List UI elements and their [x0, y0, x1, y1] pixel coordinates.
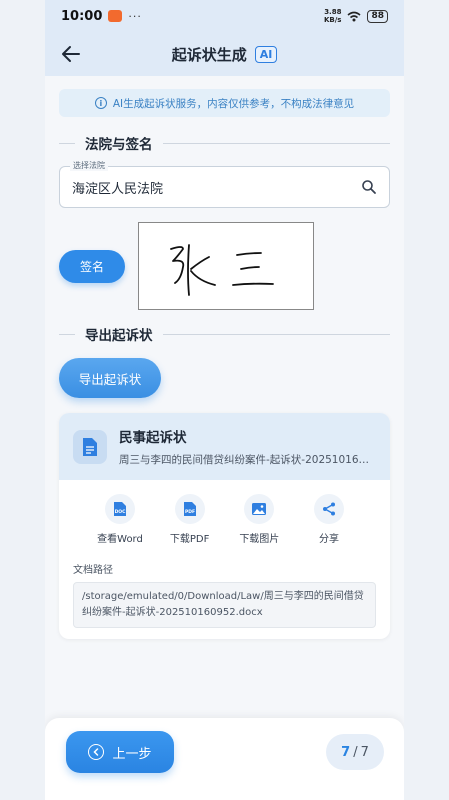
- action-label: 分享: [318, 534, 339, 545]
- previous-step-button[interactable]: 上一步: [66, 731, 174, 773]
- court-field-label: 选择法院: [70, 160, 108, 171]
- download-pdf-button[interactable]: PDF 下载PDF: [163, 494, 217, 545]
- share-button[interactable]: 分享: [302, 494, 356, 545]
- document-title: 民事起诉状: [119, 430, 187, 446]
- network-speed: 3.88 KB/s: [324, 8, 341, 24]
- path-value: /storage/emulated/0/Download/Law/周三与李四的民…: [73, 582, 376, 628]
- disclaimer-text: AI生成起诉状服务，内容仅供参考，不构成法律意见: [112, 97, 355, 110]
- court-section-title: 法院与签名: [59, 133, 390, 153]
- disclaimer-notice: i AI生成起诉状服务，内容仅供参考，不构成法律意见: [59, 89, 390, 117]
- app-screen: 10:00 ··· 3.88 KB/s 88 起诉状生成 AI i AI生成起诉…: [45, 0, 404, 800]
- chevron-left-icon: [88, 744, 105, 760]
- step-current: 7: [341, 744, 351, 760]
- court-field-value: 海淀区人民法院: [72, 181, 164, 197]
- wifi-icon: [347, 11, 361, 21]
- bottom-nav-bar: 上一步 7 / 7: [45, 718, 404, 800]
- document-actions: DOC 查看Word PDF 下载PDF 下载图片 分享: [59, 480, 390, 545]
- document-card: 民事起诉状 周三与李四的民间借贷纠纷案件-起诉状-202510160... DO…: [59, 413, 390, 639]
- status-right: 3.88 KB/s 88: [324, 8, 388, 24]
- download-image-button[interactable]: 下载图片: [232, 494, 286, 545]
- network-speed-unit: KB/s: [323, 16, 342, 24]
- action-label: 查看Word: [97, 534, 143, 545]
- doc-icon: DOC: [105, 494, 135, 524]
- document-texts: 民事起诉状 周三与李四的民间借贷纠纷案件-起诉状-202510160...: [119, 426, 374, 467]
- signature-image: [170, 244, 274, 296]
- battery-icon: 88: [367, 9, 388, 23]
- pdf-icon: PDF: [174, 494, 205, 524]
- signature-pad[interactable]: [138, 222, 314, 310]
- divider: [59, 142, 75, 144]
- status-bar: 10:00 ··· 3.88 KB/s 88: [45, 0, 404, 32]
- app-header: 起诉状生成 AI: [45, 32, 404, 76]
- divider: [162, 142, 390, 144]
- back-arrow-icon[interactable]: [59, 42, 83, 66]
- document-file-icon: [73, 429, 107, 464]
- info-icon: i: [94, 97, 107, 109]
- divider: [162, 333, 390, 335]
- ai-badge: AI: [254, 45, 278, 63]
- search-icon[interactable]: [361, 179, 377, 195]
- status-time: 10:00: [61, 8, 103, 24]
- step-indicator: 7 / 7: [326, 734, 384, 770]
- step-total: 7: [360, 744, 369, 760]
- action-label: 下载PDF: [169, 534, 210, 545]
- screen-record-icon: [108, 10, 123, 22]
- view-word-button[interactable]: DOC 查看Word: [93, 494, 147, 545]
- sign-button[interactable]: 签名: [59, 250, 125, 283]
- page-title: 起诉状生成: [171, 45, 247, 64]
- step-separator: /: [353, 744, 358, 760]
- court-select-field[interactable]: 选择法院 海淀区人民法院: [59, 160, 390, 208]
- image-icon: [244, 494, 275, 524]
- file-icon: [83, 437, 97, 456]
- action-label: 下载图片: [239, 534, 280, 545]
- svg-text:PDF: PDF: [185, 509, 195, 515]
- document-header: 民事起诉状 周三与李四的民间借贷纠纷案件-起诉状-202510160...: [59, 413, 390, 480]
- export-button[interactable]: 导出起诉状: [59, 358, 161, 398]
- network-speed-value: 3.88: [324, 8, 342, 16]
- document-filename: 周三与李四的民间借贷纠纷案件-起诉状-202510160...: [119, 454, 374, 466]
- svg-text:DOC: DOC: [115, 509, 127, 515]
- export-section-title: 导出起诉状: [59, 324, 390, 344]
- divider: [59, 333, 75, 335]
- path-label: 文档路径: [73, 565, 113, 576]
- court-section-label: 法院与签名: [85, 137, 153, 153]
- status-dots: ···: [128, 9, 142, 23]
- previous-step-label: 上一步: [112, 746, 152, 762]
- share-icon: [313, 494, 344, 524]
- export-section-label: 导出起诉状: [85, 328, 153, 344]
